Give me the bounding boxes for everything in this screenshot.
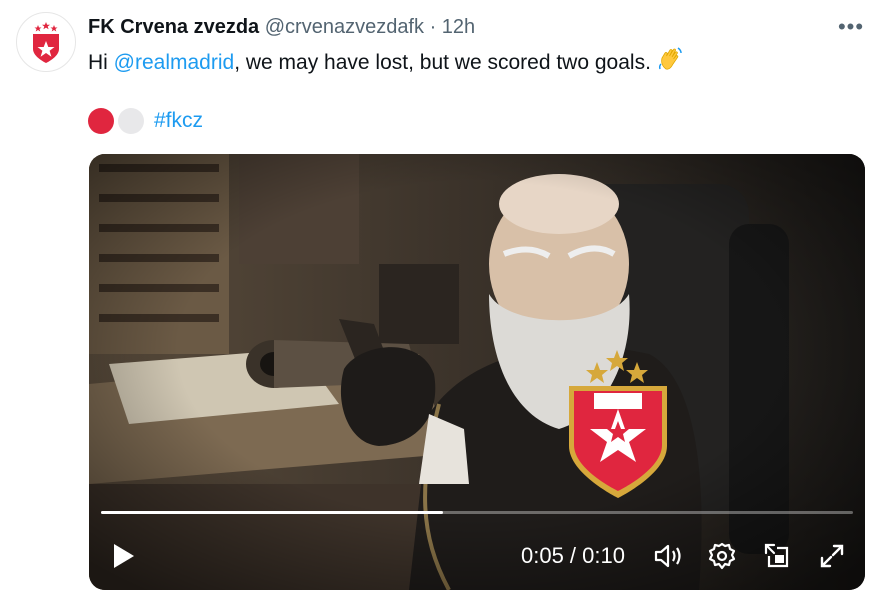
- avatar[interactable]: [16, 12, 76, 72]
- waving-hand-icon: [657, 45, 685, 82]
- volume-icon[interactable]: [651, 538, 687, 574]
- display-name[interactable]: FK Crvena zvezda: [88, 16, 259, 38]
- club-crest-icon: [33, 22, 59, 63]
- hashtag-row: #fkcz: [88, 106, 203, 136]
- settings-icon[interactable]: [704, 538, 740, 574]
- more-options-icon[interactable]: •••: [833, 14, 869, 40]
- mention-link[interactable]: @realmadrid: [114, 51, 235, 74]
- timestamp[interactable]: 12h: [442, 16, 475, 38]
- tweet: FK Crvena zvezda @crvenazvezdafk · 12h •…: [0, 0, 883, 597]
- video-player[interactable]: 0:05 / 0:10: [89, 154, 865, 590]
- pip-icon[interactable]: [759, 538, 795, 574]
- tweet-text-greeting: Hi: [88, 51, 114, 74]
- fullscreen-icon[interactable]: [814, 538, 850, 574]
- time-readout: 0:05 / 0:10: [521, 543, 625, 568]
- play-icon[interactable]: [105, 538, 141, 574]
- red-circle-icon: [88, 108, 114, 134]
- hashtag-link[interactable]: #fkcz: [154, 109, 203, 133]
- progress-bar[interactable]: [101, 511, 853, 514]
- video-frame: [89, 154, 865, 590]
- handle[interactable]: @crvenazvezdafk: [265, 16, 424, 38]
- tweet-header: FK Crvena zvezda @crvenazvezdafk · 12h: [88, 14, 475, 40]
- tweet-text-body: , we may have lost, but we scored two go…: [234, 51, 651, 74]
- white-circle-icon: [118, 108, 144, 134]
- progress-fill: [101, 511, 444, 514]
- tweet-text: Hi @realmadrid, we may have lost, but we…: [88, 45, 685, 82]
- separator-dot: ·: [429, 16, 437, 38]
